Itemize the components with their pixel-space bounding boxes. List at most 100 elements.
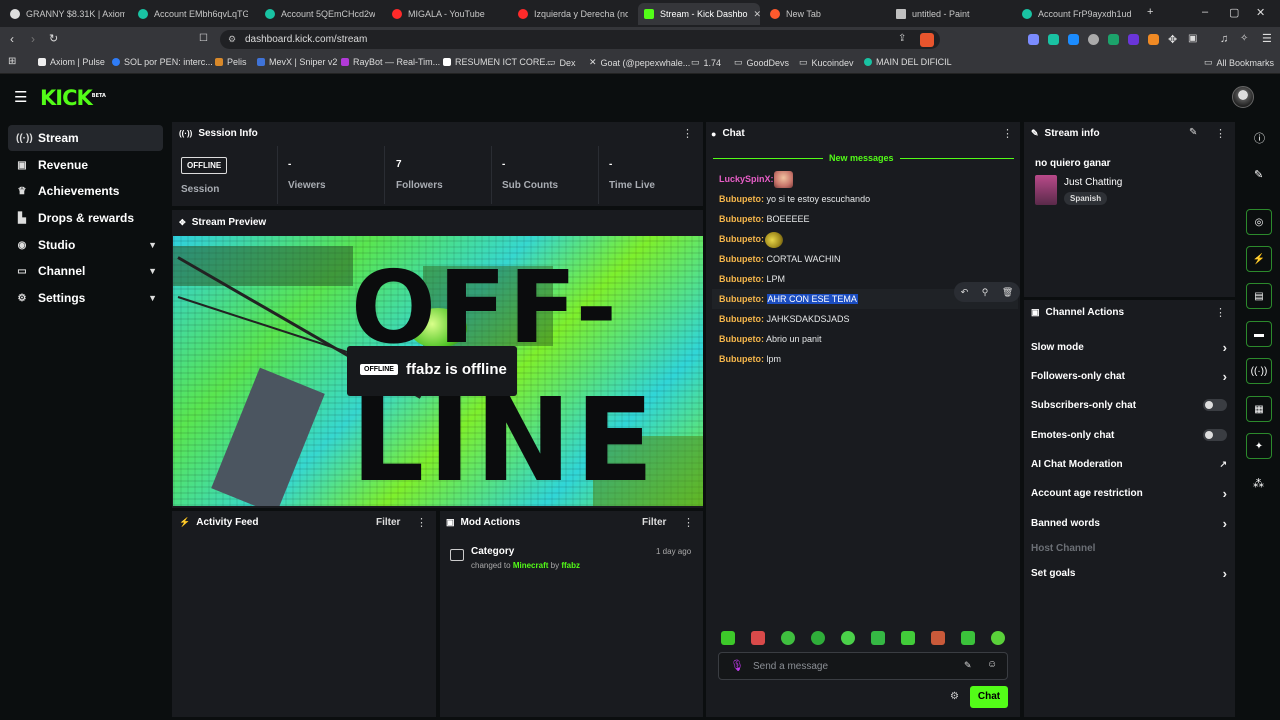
mod-more-icon[interactable]: ⋮ — [683, 516, 694, 529]
chat-username[interactable]: Bubupeto: — [719, 274, 764, 284]
reload-icon[interactable]: ↻ — [49, 32, 58, 45]
chat-username[interactable]: Bubupeto: — [719, 234, 764, 244]
bookmark-folder[interactable]: ▭ Dex — [547, 57, 576, 68]
chat-input-box[interactable]: 🎙 Send a message ✎ ☺ — [718, 652, 1008, 680]
site-info-icon[interactable]: ⚙ — [228, 34, 236, 45]
reply-icon[interactable]: ↶ — [961, 287, 969, 298]
info-icon[interactable]: ⓘ — [1254, 130, 1265, 146]
send-chat-button[interactable]: Chat — [970, 686, 1008, 708]
subscribers-only-toggle[interactable] — [1203, 399, 1227, 411]
sidebar-item-channel[interactable]: ▭ Channel ▼ — [8, 258, 163, 284]
emote-button[interactable] — [751, 631, 765, 645]
channel-actions-more-icon[interactable]: ⋮ — [1215, 306, 1226, 319]
bookmark-item[interactable]: MAIN DEL DIFICIL — [864, 57, 952, 67]
extensions-puzzle-icon[interactable]: ✥ — [1168, 33, 1177, 46]
browser-tab[interactable]: MIGALA - YouTube — [392, 3, 502, 25]
browser-tab[interactable]: GRANNY $8.31K | Axiom — [10, 3, 125, 25]
bookmark-item[interactable]: SOL por PEN: interc... — [112, 57, 213, 67]
bookmark-folder[interactable]: ▭ Kucoindev — [799, 57, 854, 68]
rail-button-broadcast[interactable]: ((·)) — [1246, 358, 1272, 384]
emote-button[interactable] — [931, 631, 945, 645]
delete-icon[interactable]: 🗑 — [1002, 287, 1013, 298]
set-goals-row[interactable]: Set goals › — [1031, 566, 1227, 581]
mod-entry-category-link[interactable]: Minecraft — [513, 561, 549, 570]
apps-grid-icon[interactable]: ⊞ — [8, 56, 16, 67]
emote-button[interactable] — [961, 631, 975, 645]
sidebar-item-stream[interactable]: ((·)) Stream — [8, 125, 163, 151]
browser-tab-active[interactable]: Stream - Kick Dashbo ✕ — [638, 3, 760, 25]
ai-moderation-row[interactable]: AI Chat Moderation ↗ — [1031, 459, 1227, 470]
browser-tab[interactable]: Account 5QEmCHcd2wi2C — [265, 3, 375, 25]
bookmark-folder[interactable]: ▭ GoodDevs — [734, 57, 789, 68]
mod-filter-button[interactable]: Filter — [642, 517, 666, 528]
user-avatar[interactable] — [1232, 86, 1254, 108]
maximize-icon[interactable]: ▢ — [1229, 6, 1239, 19]
followers-only-row[interactable]: Followers-only chat › — [1031, 369, 1227, 384]
extension-icon[interactable] — [1148, 34, 1159, 45]
browser-tab[interactable]: Account EMbh6qvLqTGLg — [138, 3, 248, 25]
rail-button-document[interactable]: ▤ — [1246, 283, 1272, 309]
all-bookmarks[interactable]: ▭ All Bookmarks — [1204, 57, 1274, 68]
sidebar-item-achievements[interactable]: ♛ Achievements — [8, 178, 163, 204]
kick-logo[interactable]: KICKBETA — [40, 86, 106, 110]
bookmark-item[interactable]: MevX | Sniper v2 — [257, 57, 337, 67]
category-name[interactable]: Just Chatting — [1064, 177, 1122, 188]
sidebar-item-drops[interactable]: ▙ Drops & rewards — [8, 205, 163, 231]
emote-button[interactable] — [721, 631, 735, 645]
sidebar-item-revenue[interactable]: ▣ Revenue — [8, 152, 163, 178]
extension-icon[interactable] — [1068, 34, 1079, 45]
chat-username[interactable]: Bubupeto: — [719, 334, 764, 344]
pin-icon[interactable]: ⚲ — [982, 287, 989, 298]
sidebar-item-settings[interactable]: ⚙ Settings ▼ — [8, 285, 163, 311]
new-tab-icon[interactable]: + — [1147, 6, 1153, 18]
banned-words-row[interactable]: Banned words › — [1031, 516, 1227, 531]
translate-icon[interactable]: ✧ — [1240, 33, 1248, 44]
emoji-icon[interactable]: ☺ — [987, 659, 997, 670]
extension-icon[interactable] — [1128, 34, 1139, 45]
forward-icon[interactable]: › — [31, 32, 35, 46]
activity-more-icon[interactable]: ⋮ — [416, 516, 427, 529]
chat-settings-gear-icon[interactable]: ⚙ — [950, 691, 959, 702]
rail-button-camera[interactable]: ◎ — [1246, 209, 1272, 235]
close-window-icon[interactable]: ✕ — [1256, 6, 1265, 19]
chat-username[interactable]: Bubupeto: — [719, 354, 764, 364]
rail-button-chat[interactable]: ▬ — [1246, 321, 1272, 347]
share-icon[interactable]: ⇪ — [898, 33, 906, 44]
emote-button[interactable] — [781, 631, 795, 645]
account-age-row[interactable]: Account age restriction › — [1031, 486, 1227, 501]
apps-icon[interactable]: ⁂ — [1253, 477, 1264, 490]
chat-username[interactable]: Bubupeto: — [719, 294, 764, 304]
emote-button[interactable] — [901, 631, 915, 645]
bookmark-item[interactable]: Pelis — [215, 57, 247, 67]
extension-icon[interactable] — [1028, 34, 1039, 45]
chat-message-hovered[interactable]: Bubupeto: AHR CON ESE TEMA — [719, 294, 858, 304]
media-icon[interactable]: ♫ — [1220, 33, 1228, 45]
emote-button[interactable] — [991, 631, 1005, 645]
bookmark-item[interactable]: Axiom | Pulse — [38, 57, 105, 67]
slow-mode-row[interactable]: Slow mode › — [1031, 340, 1227, 355]
emote-button[interactable] — [841, 631, 855, 645]
translate-icon[interactable]: ✎ — [964, 660, 972, 671]
edit-icon[interactable]: ✎ — [1254, 168, 1263, 181]
extension-icon[interactable] — [1108, 34, 1119, 45]
chat-more-icon[interactable]: ⋮ — [1002, 127, 1013, 140]
url-field[interactable]: dashboard.kick.com/stream — [220, 30, 940, 49]
extension-icon[interactable] — [1048, 34, 1059, 45]
menu-icon[interactable]: ☰ — [1262, 32, 1272, 45]
chat-username[interactable]: Bubupeto: — [719, 254, 764, 264]
brave-shield-icon[interactable] — [920, 33, 934, 47]
extension-icon[interactable] — [1088, 34, 1099, 45]
stream-info-more-icon[interactable]: ⋮ — [1215, 127, 1226, 140]
browser-tab[interactable]: New Tab — [770, 3, 880, 25]
session-more-icon[interactable]: ⋮ — [682, 127, 693, 140]
minimize-icon[interactable]: – — [1202, 6, 1208, 18]
microphone-icon[interactable]: 🎙 — [730, 659, 744, 672]
hamburger-menu-icon[interactable]: ☰ — [14, 88, 27, 106]
bookmark-item[interactable]: ✕ Goat (@pepexwhale... — [589, 57, 690, 68]
edit-stream-info-icon[interactable]: ✎ — [1189, 127, 1197, 138]
emote-button[interactable] — [871, 631, 885, 645]
rail-button-lightning[interactable]: ⚡ — [1246, 246, 1272, 272]
bookmark-item[interactable]: RayBot — Real-Tim... — [341, 57, 440, 67]
sidebar-icon[interactable]: ▣ — [1188, 33, 1197, 44]
close-tab-icon[interactable]: ✕ — [754, 9, 760, 20]
